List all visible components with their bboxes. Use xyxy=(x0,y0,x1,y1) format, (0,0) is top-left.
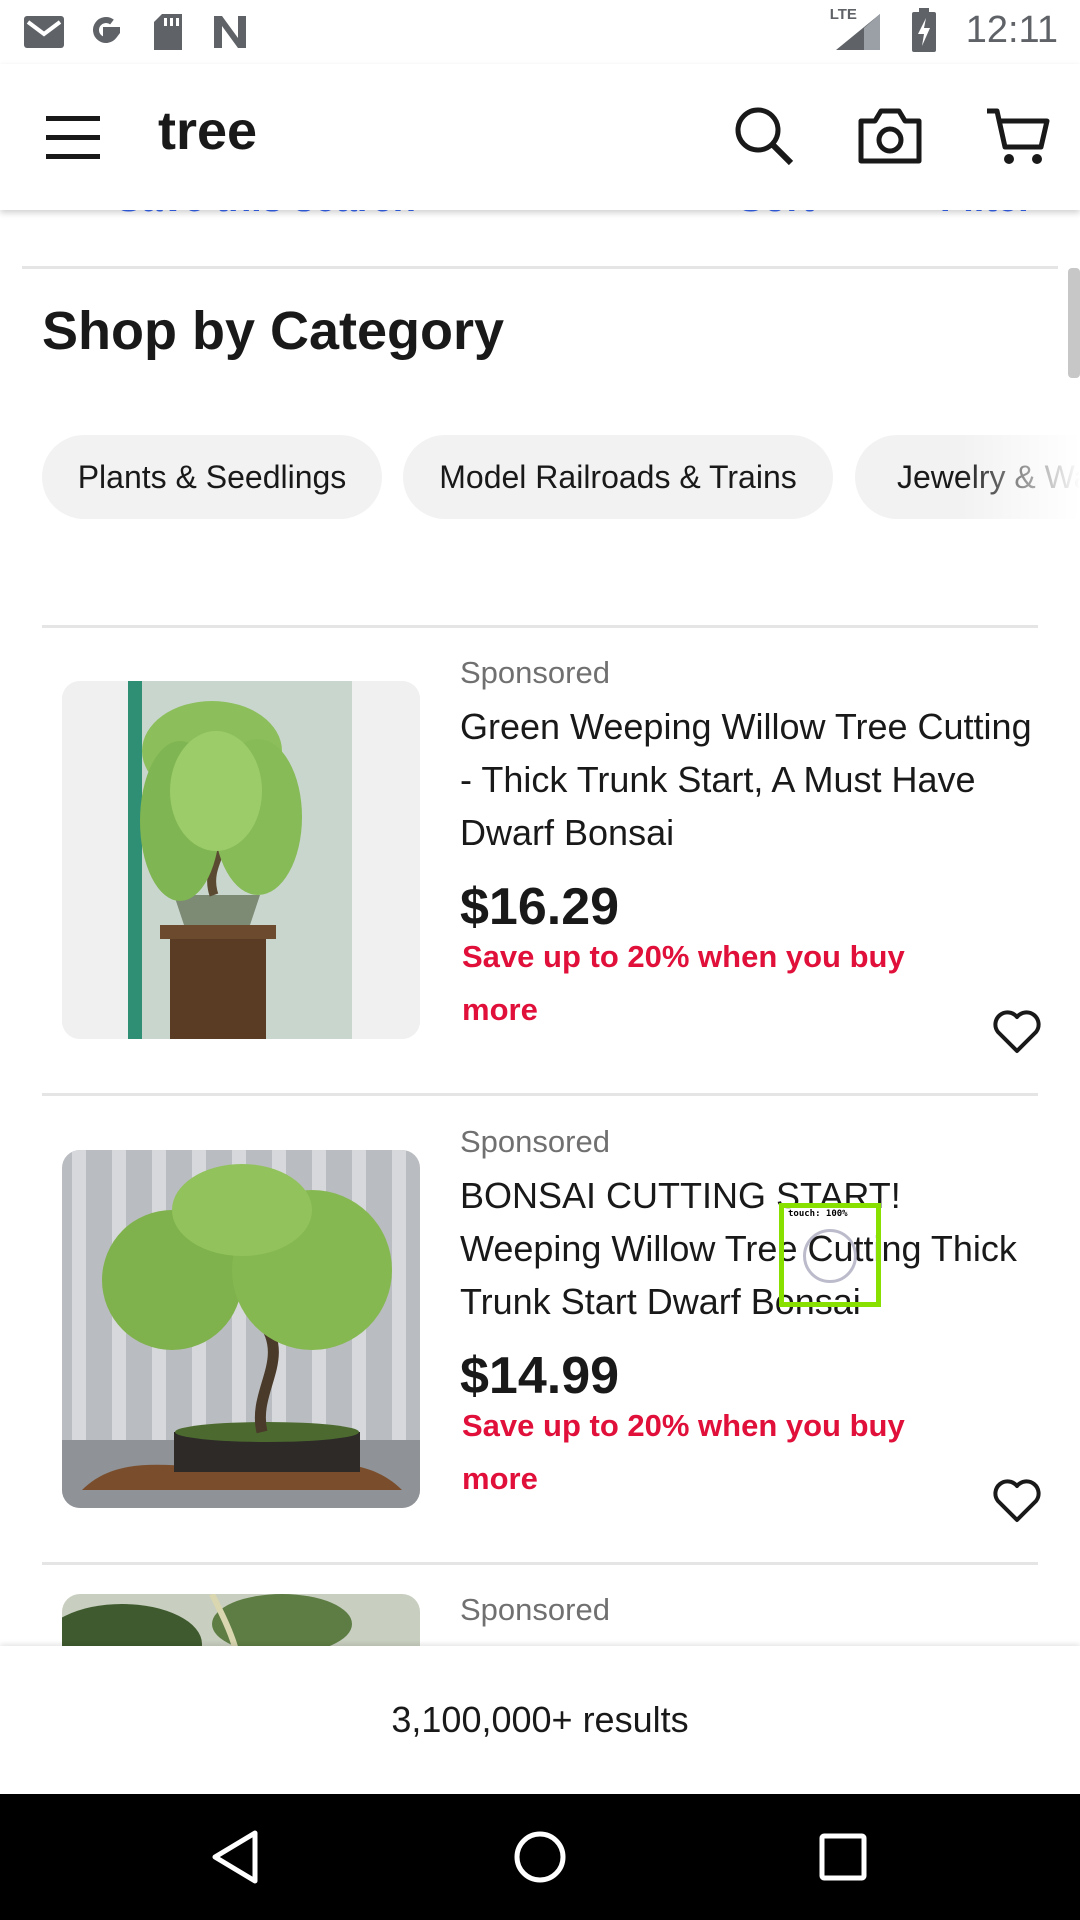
sd-card-icon xyxy=(146,10,190,54)
listing-item[interactable]: Sponsored BONSAI CUTTING START! Weeping … xyxy=(0,1124,1080,1564)
recents-button[interactable] xyxy=(810,1824,876,1890)
menu-button[interactable] xyxy=(40,104,106,170)
promo-text: Save up to 20% when you buy more xyxy=(462,1408,905,1496)
touch-point xyxy=(803,1229,857,1283)
system-nav-bar xyxy=(0,1794,1080,1920)
sponsored-label: Sponsored xyxy=(460,1124,610,1159)
recents-icon xyxy=(819,1833,867,1881)
app-header: tree xyxy=(0,64,1080,210)
listing-item[interactable]: Sponsored xyxy=(0,1592,1080,1646)
listing-title[interactable]: Green Weeping Willow Tree Cutting - Thic… xyxy=(460,700,1050,859)
product-image[interactable] xyxy=(62,1594,420,1646)
sponsored-label: Sponsored xyxy=(460,1592,610,1627)
battery-charging-icon xyxy=(902,8,946,52)
watch-button[interactable] xyxy=(990,1474,1044,1528)
heart-icon xyxy=(993,1010,1041,1053)
n-icon xyxy=(208,10,252,54)
menu-icon xyxy=(46,116,100,159)
divider xyxy=(42,1093,1038,1096)
results-count-bar: 3,100,000+ results xyxy=(0,1646,1080,1794)
back-button[interactable] xyxy=(203,1824,269,1890)
search-icon xyxy=(735,107,794,166)
sponsored-label: Sponsored xyxy=(460,655,610,690)
gmail-icon xyxy=(22,10,66,54)
network-label: LTE xyxy=(829,6,857,23)
watch-button[interactable] xyxy=(990,1005,1044,1059)
results-count: 3,100,000+ results xyxy=(391,1699,689,1740)
camera-icon xyxy=(858,108,922,164)
heart-icon xyxy=(993,1479,1041,1522)
toolbar-divider xyxy=(22,266,1058,269)
promo-text: Save up to 20% when you buy more xyxy=(462,939,905,1027)
section-title: Shop by Category xyxy=(42,301,505,361)
search-button[interactable] xyxy=(728,100,800,172)
home-button[interactable] xyxy=(507,1824,573,1890)
divider xyxy=(42,625,1038,628)
search-query[interactable]: tree xyxy=(158,100,257,162)
back-icon xyxy=(212,1830,258,1884)
category-chips: Plants & Seedlings Model Railroads & Tra… xyxy=(42,435,1080,519)
cart-icon xyxy=(987,108,1050,164)
product-image[interactable] xyxy=(62,681,420,1039)
listing-price: $16.29 xyxy=(460,878,620,936)
home-icon xyxy=(514,1831,566,1883)
listing-item[interactable]: Sponsored Green Weeping Willow Tree Cutt… xyxy=(0,655,1080,1095)
chip-fade xyxy=(960,435,1080,519)
product-image[interactable] xyxy=(62,1150,420,1508)
listing-title[interactable]: BONSAI CUTTING START! Weeping Willow Tre… xyxy=(460,1169,1050,1328)
camera-search-button[interactable] xyxy=(854,100,926,172)
chip-label: Model Railroads & Trains xyxy=(439,458,797,495)
divider xyxy=(42,1562,1038,1565)
chip-label: Plants & Seedlings xyxy=(77,458,347,495)
google-icon xyxy=(84,10,128,54)
scrollbar[interactable] xyxy=(1068,268,1080,378)
listing-price: $14.99 xyxy=(460,1347,620,1405)
touch-indicator: touch: 100% xyxy=(779,1203,881,1307)
status-bar: LTE 12:11 xyxy=(0,0,1080,64)
chip-model-railroads[interactable]: Model Railroads & Trains xyxy=(403,435,833,519)
lte-signal-icon: LTE xyxy=(828,6,888,52)
clock: 12:11 xyxy=(965,8,1058,51)
chip-plants-seedlings[interactable]: Plants & Seedlings xyxy=(42,435,382,519)
touch-label: touch: 100% xyxy=(788,1209,848,1219)
cart-button[interactable] xyxy=(982,100,1054,172)
